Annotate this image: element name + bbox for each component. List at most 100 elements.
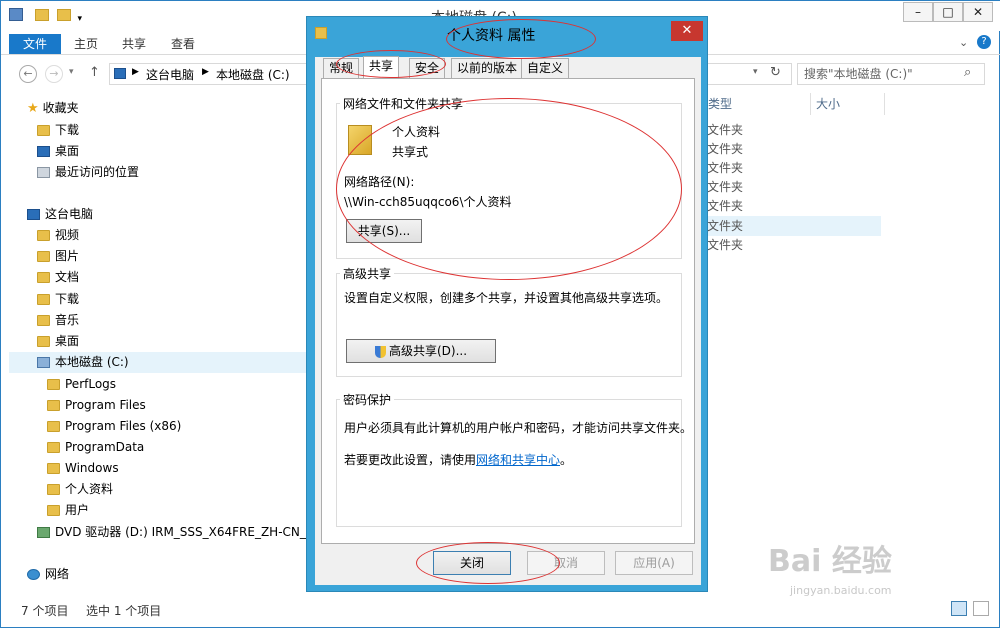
annotation-ellipse-tab (336, 50, 446, 78)
nav-favorites-label: 收藏夹 (42, 101, 79, 115)
nav-item-downloads[interactable]: 下载 (37, 120, 79, 141)
tab-file[interactable]: 文件 (9, 34, 61, 54)
annotation-ellipse-close (416, 542, 560, 584)
nav-item-label: 桌面 (55, 334, 80, 348)
change-setting-suffix: 。 (560, 453, 573, 467)
nav-item-label: Program Files (65, 398, 146, 412)
nav-item-users[interactable]: 用户 (47, 500, 89, 521)
change-setting-prefix: 若要更改此设置，请使用 (344, 453, 477, 467)
minimize-button[interactable]: – (903, 2, 933, 22)
nav-this-pc-label: 这台电脑 (45, 207, 94, 221)
star-icon: ★ (27, 101, 39, 116)
nav-network[interactable]: 网络 (27, 564, 69, 585)
search-input[interactable]: 搜索"本地磁盘 (C:)" ⌕ (797, 63, 985, 85)
nav-item-label: 图片 (55, 249, 80, 263)
up-arrow-icon[interactable]: ↑ (89, 65, 100, 80)
nav-item-windows[interactable]: Windows (47, 458, 119, 479)
download-folder-icon (37, 294, 50, 305)
nav-network-label: 网络 (45, 567, 70, 581)
qat-icons[interactable]: ▾ (9, 8, 89, 24)
item-count: 7 个项目 (21, 604, 69, 618)
recent-places-icon (37, 167, 50, 178)
nav-item-program-files[interactable]: Program Files (47, 395, 146, 416)
forward-button[interactable]: → (45, 65, 63, 83)
folder-icon[interactable] (56, 9, 71, 21)
nav-item-program-files-x86[interactable]: Program Files (x86) (47, 416, 181, 437)
details-view-icon[interactable] (951, 601, 967, 616)
drive-icon (37, 357, 50, 368)
nav-item-label: 下载 (55, 292, 80, 306)
apply-button[interactable]: 应用(A) (615, 551, 693, 575)
advanced-sharing-button-label: 高级共享(D)... (388, 344, 468, 358)
file-type-cell: 文件夹 (707, 161, 744, 175)
ribbon-expand-icon[interactable]: ⌄ (959, 36, 968, 49)
file-type-cell: 文件夹 (707, 123, 744, 137)
recent-dropdown-icon[interactable]: ▾ (69, 67, 74, 77)
nav-item-label: ProgramData (65, 440, 145, 454)
tab-view[interactable]: 查看 (171, 34, 195, 54)
music-folder-icon (37, 315, 50, 326)
nav-item-programdata[interactable]: ProgramData (47, 437, 144, 458)
properties-icon[interactable] (9, 8, 23, 21)
chevron-right-icon: ▶ (202, 67, 209, 77)
dialog-close-button[interactable]: ✕ (671, 21, 703, 41)
videos-folder-icon (37, 230, 50, 241)
new-folder-icon[interactable] (34, 9, 49, 21)
nav-item-local-disk[interactable]: 本地磁盘 (C:) (9, 352, 307, 373)
nav-item-label: DVD 驱动器 (D:) IRM_SSS_X64FRE_ZH-CN_DV5 (55, 525, 331, 539)
nav-item-pictures[interactable]: 图片 (37, 246, 79, 267)
column-header-type[interactable]: 类型 (705, 93, 811, 115)
dvd-drive-icon (37, 527, 50, 538)
folder-icon (47, 421, 60, 432)
nav-item-label: 最近访问的位置 (55, 165, 140, 179)
file-type-cell: 文件夹 (707, 238, 744, 252)
column-header-size[interactable]: 大小 (813, 93, 885, 115)
nav-item-desktop[interactable]: 桌面 (37, 141, 79, 162)
nav-item-label: 本地磁盘 (C:) (55, 355, 129, 369)
refresh-icon[interactable]: ↻ (770, 65, 781, 80)
folder-icon (47, 400, 60, 411)
maximize-button[interactable]: □ (933, 2, 963, 22)
password-protection-description: 用户必须具有此计算机的用户帐户和密码，才能访问共享文件夹。 (344, 421, 693, 435)
tab-previous-versions[interactable]: 以前的版本 (451, 58, 524, 78)
uac-shield-icon (374, 345, 386, 358)
search-icon: ⌕ (964, 65, 972, 80)
nav-item-label: 视频 (55, 228, 80, 242)
tab-home[interactable]: 主页 (74, 34, 98, 54)
nav-item-desktop-pc[interactable]: 桌面 (37, 331, 79, 352)
annotation-ellipse-title (446, 19, 596, 59)
nav-favorites[interactable]: ★ 收藏夹 (27, 98, 79, 119)
file-type-cell: 文件夹 (707, 180, 744, 194)
nav-item-personal[interactable]: 个人资料 (47, 479, 113, 500)
desktop-folder-icon (37, 336, 50, 347)
nav-item-videos[interactable]: 视频 (37, 225, 79, 246)
large-icons-view-icon[interactable] (973, 601, 989, 616)
help-icon[interactable]: ? (977, 35, 991, 49)
nav-this-pc[interactable]: 这台电脑 (27, 204, 93, 225)
network-sharing-center-link[interactable]: 网络和共享中心 (476, 453, 560, 467)
address-dropdown-icon[interactable]: ▾ (753, 67, 758, 77)
breadcrumb-current[interactable]: 本地磁盘 (C:) (216, 66, 290, 83)
nav-item-dvd[interactable]: DVD 驱动器 (D:) IRM_SSS_X64FRE_ZH-CN_DV5 (37, 522, 331, 543)
desktop-icon (37, 146, 50, 157)
selected-count: 选中 1 个项目 (86, 604, 162, 618)
download-folder-icon (37, 125, 50, 136)
nav-item-downloads-pc[interactable]: 下载 (37, 289, 79, 310)
nav-item-documents[interactable]: 文档 (37, 267, 79, 288)
tab-customize[interactable]: 自定义 (521, 58, 570, 78)
nav-item-recent[interactable]: 最近访问的位置 (37, 162, 139, 183)
back-button[interactable]: ← (19, 65, 37, 83)
advanced-sharing-button[interactable]: 高级共享(D)... (346, 339, 496, 363)
password-protection-title: 密码保护 (340, 391, 395, 408)
dropdown-icon[interactable]: ▾ (77, 14, 82, 24)
chevron-right-icon: ▶ (132, 67, 139, 77)
close-window-button[interactable]: ✕ (963, 2, 993, 22)
file-type-cell: 文件夹 (707, 219, 744, 233)
breadcrumb-root[interactable]: 这台电脑 (146, 66, 194, 83)
nav-item-perflogs[interactable]: PerfLogs (47, 374, 116, 395)
tab-share[interactable]: 共享 (122, 34, 146, 54)
nav-item-label: 个人资料 (65, 482, 114, 496)
nav-item-label: 文档 (55, 270, 80, 284)
nav-item-music[interactable]: 音乐 (37, 310, 79, 331)
advanced-sharing-title: 高级共享 (340, 265, 395, 282)
